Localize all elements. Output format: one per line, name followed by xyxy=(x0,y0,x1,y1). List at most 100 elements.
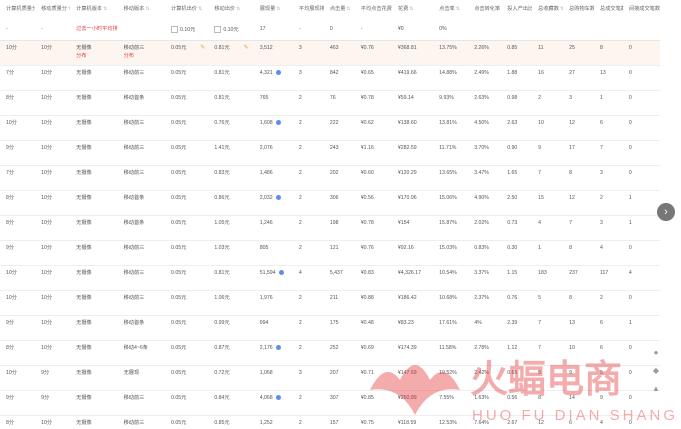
trend-icon[interactable] xyxy=(275,70,281,76)
table-cell[interactable]: 0.05元 ✎ xyxy=(165,40,209,66)
pencil-icon[interactable]: ✎ xyxy=(244,45,250,51)
next-page-button[interactable]: › xyxy=(657,203,675,221)
table-cell[interactable]: 1.03元 xyxy=(208,240,254,266)
column-header[interactable]: 间接成交笔数⇅ xyxy=(623,0,660,24)
column-header[interactable]: 点击率⇅ xyxy=(433,0,468,24)
table-row[interactable]: 9分 9分 无摄像 移动前三 0.05元 0.84元 4,068 2 307 ¥0.85 ¥260.… xyxy=(0,390,660,416)
column-header[interactable]: 花费⇅ xyxy=(392,0,433,24)
table-row[interactable]: 8分 10分 无摄像 移动首条 0.05元 0.86元 2,032 2 306 ¥0.56 ¥170… xyxy=(0,190,660,216)
table-cell[interactable]: 0.05元 xyxy=(165,90,209,116)
column-header[interactable]: 移动出价⇅ xyxy=(208,0,253,24)
table-cell[interactable]: 0.05元 xyxy=(165,290,209,316)
checkbox[interactable] xyxy=(214,26,222,33)
table-row[interactable]: 10分 10分 无摄像 移动前三 0.05元 0.81元 51,594 4 5,437 ¥0.83… xyxy=(0,265,660,291)
table-cell[interactable]: 0.72元 xyxy=(208,365,254,391)
sort-icon[interactable]: ⇅ xyxy=(346,6,350,12)
table-row[interactable]: 7分 10分 无摄像 移动前三 0.05元 0.81元 4,321 3 842 ¥0.65 ¥419… xyxy=(0,65,660,91)
table-row[interactable]: 10分 10分 无摄像 移动前三 0.05元 0.76元 1,608 2 222 ¥0.62 ¥13… xyxy=(0,115,660,141)
table-cell: 4.50% xyxy=(468,115,502,141)
column-header[interactable]: 总成交笔数⇅ xyxy=(594,0,623,24)
table-cell[interactable]: 0.81元 ✎ xyxy=(208,40,254,66)
column-header[interactable]: 计算机质量分⇅ xyxy=(0,0,35,24)
column-header[interactable]: 计算机出价⇅ xyxy=(165,0,208,24)
table-row[interactable]: 10分 10分 无摄像 分布 移动前三 分布 0.05元 ✎ 0.81元 ✎ 3,512 3 463 ¥0… xyxy=(0,40,660,66)
cell-value: ¥0.76 xyxy=(360,245,374,251)
distribution-link[interactable]: 分布 xyxy=(76,53,117,60)
table-cell[interactable]: 0.86元 xyxy=(208,190,254,216)
sort-icon[interactable]: ⇅ xyxy=(145,6,149,12)
table-row[interactable]: 9分 10分 无摄像 移动前三 0.05元 1.41元 2,076 2 243 ¥1.16 ¥282… xyxy=(0,140,660,166)
trend-icon[interactable] xyxy=(275,120,281,126)
cell-value: 13.81% xyxy=(439,120,457,126)
sort-icon[interactable]: ⇅ xyxy=(276,6,280,12)
column-header[interactable]: 平均展现排名⇅ xyxy=(293,0,324,24)
table-row[interactable]: 9分 10分 无摄像 移动前三 0.05元 1.03元 805 2 121 ¥0.76 ¥92.16… xyxy=(0,240,660,266)
table-cell[interactable]: 0.99元 xyxy=(208,315,254,341)
table-row[interactable]: 10分 10分 无摄像 移动前三 0.05元 1.06元 1,976 2 211 ¥0.88 ¥18… xyxy=(0,290,660,316)
trend-icon[interactable] xyxy=(275,345,281,351)
sort-icon[interactable]: ⇅ xyxy=(68,6,70,12)
column-header[interactable]: 计算机版本⇅ xyxy=(70,0,117,24)
sort-icon[interactable]: ⇅ xyxy=(456,6,460,12)
column-header[interactable]: 移动版本⇅ xyxy=(118,0,165,24)
table-row[interactable]: 9分 10分 无摄像 移动首条 0.05元 0.99元 994 2 175 ¥0.48 ¥83.23… xyxy=(0,315,660,341)
sort-icon[interactable]: ⇅ xyxy=(560,6,563,12)
table-cell[interactable]: 0.76元 xyxy=(208,115,254,141)
table-cell[interactable]: 0.05元 xyxy=(165,140,209,166)
table-cell[interactable]: 1.06元 xyxy=(208,290,254,316)
table-cell[interactable]: 0.05元 xyxy=(165,390,209,416)
cell-value: ¥120.29 xyxy=(397,170,417,176)
column-header[interactable]: 移动质量分⇅ xyxy=(35,0,70,24)
sort-icon[interactable]: ⇅ xyxy=(103,6,107,12)
table-row[interactable]: 7分 10分 无摄像 移动前三 0.05元 0.83元 1,486 2 202 ¥0.60 ¥120… xyxy=(0,165,660,191)
checkbox[interactable] xyxy=(171,26,178,33)
table-cell[interactable]: 0.85元 xyxy=(208,415,254,429)
table-cell[interactable]: 0.05元 xyxy=(165,265,209,291)
table-cell[interactable]: 0.84元 xyxy=(208,390,254,416)
distribution-link[interactable]: 分布 xyxy=(124,53,165,60)
column-header[interactable]: 投入产出比⇅ xyxy=(501,0,532,24)
table-cell[interactable]: 0.05元 xyxy=(165,215,209,241)
scroll-top-icon[interactable]: ▲ xyxy=(648,384,664,402)
cell-value: 0.05元 xyxy=(171,370,187,376)
table-cell[interactable]: 1.05元 xyxy=(208,215,254,241)
table-cell[interactable]: 0.05元 xyxy=(165,190,209,216)
table-cell[interactable]: 0.05元 xyxy=(165,340,209,366)
table-cell[interactable]: 0.81元 xyxy=(208,90,254,116)
trend-icon[interactable] xyxy=(278,270,284,276)
chat-icon[interactable]: ◆ xyxy=(648,366,664,384)
column-header[interactable]: 总购物车数 ⇅ xyxy=(563,0,594,24)
table-cell[interactable]: 0.05元 xyxy=(165,65,209,91)
table-cell[interactable]: 1.41元 xyxy=(208,140,254,166)
table-cell[interactable]: 0.05元 xyxy=(165,315,209,341)
table-row[interactable]: 8分 10分 无摄像 移动4~6条 0.05元 0.87元 2,176 2 252 ¥0.69 ¥1… xyxy=(0,340,660,366)
table-row[interactable]: 8分 10分 无摄像 移动首条 0.05元 1.05元 1,246 2 198 ¥0.78 ¥154… xyxy=(0,215,660,241)
table-cell[interactable]: 0.05元 xyxy=(165,115,209,141)
table-row[interactable]: 8分 10分 无摄像 移动首条 0.05元 0.81元 765 2 76 ¥0.78 ¥59.14 9… xyxy=(0,90,660,116)
table-cell[interactable]: 0.05元 xyxy=(165,240,209,266)
sort-icon[interactable]: ⇅ xyxy=(198,6,202,12)
trend-icon[interactable] xyxy=(275,195,281,201)
column-header[interactable]: 点击量⇅ xyxy=(324,0,355,24)
sort-icon[interactable]: ⇅ xyxy=(236,6,240,12)
table-cell[interactable]: 0.05元 xyxy=(165,415,209,429)
user-icon[interactable]: ● xyxy=(648,348,664,366)
cell-value: ¥0.76 xyxy=(360,45,374,51)
pencil-icon[interactable]: ✎ xyxy=(200,45,206,51)
table-cell[interactable]: 0.87元 xyxy=(208,340,254,366)
column-header[interactable]: 点击转化率⇅ xyxy=(468,0,501,24)
sort-icon[interactable]: ⇅ xyxy=(409,6,413,12)
table-cell[interactable]: 0.05元 xyxy=(165,365,209,391)
table-cell[interactable]: 0.83元 xyxy=(208,165,254,191)
cell-value: 10分 xyxy=(41,220,53,226)
table-cell[interactable]: 0.05元 xyxy=(165,165,209,191)
column-header[interactable]: 展现量⇅ xyxy=(254,0,293,24)
table-row[interactable]: 8分 10分 无摄像 移动前三 0.05元 0.85元 1,252 2 157 ¥0.75 ¥118… xyxy=(0,415,660,429)
table-cell[interactable]: 0.81元 xyxy=(208,65,254,91)
trend-icon[interactable] xyxy=(275,395,281,401)
table-row[interactable]: 10分 9分 无摄像 无展现 0.05元 0.72元 1,068 3 207 ¥0.71 ¥147.… xyxy=(0,365,660,391)
column-header[interactable]: 平均点击花费⇅ xyxy=(355,0,392,24)
column-header[interactable]: 总收藏数⇅ xyxy=(532,0,563,24)
table-cell: ¥0.85 xyxy=(354,390,392,416)
table-cell[interactable]: 0.81元 xyxy=(208,265,254,291)
